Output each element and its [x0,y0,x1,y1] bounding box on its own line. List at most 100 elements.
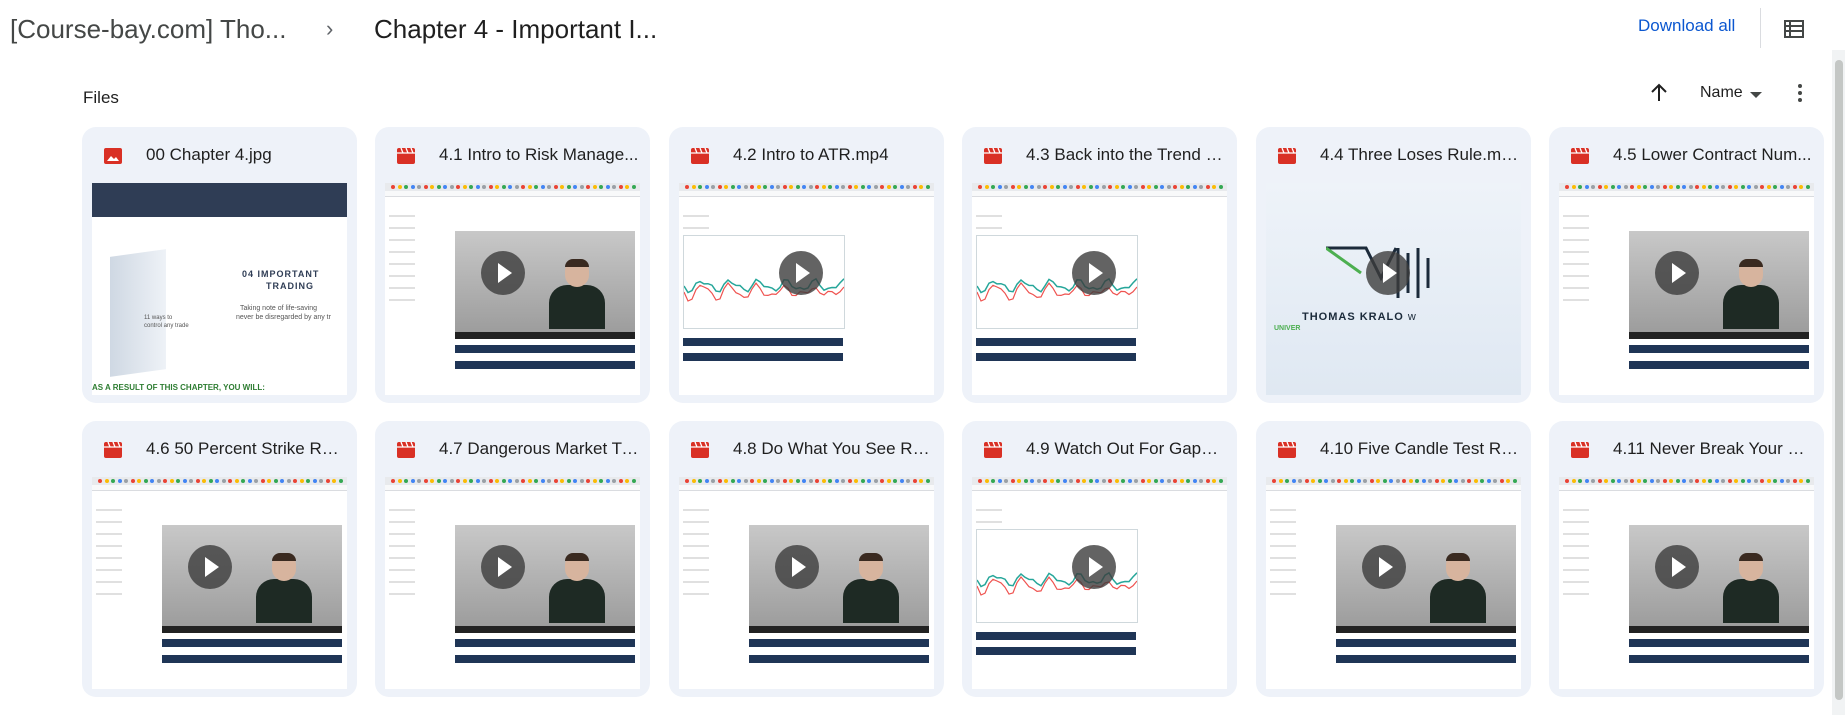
file-thumbnail[interactable] [972,183,1227,395]
test-button-bar [976,647,1136,655]
file-name[interactable]: 4.1 Intro to Risk Manage... [439,145,639,165]
breadcrumb-current[interactable]: Chapter 4 - Important I... [374,14,657,45]
file-card[interactable]: 4.11 Never Break Your Sy... [1549,421,1824,697]
browser-toolbar [1559,477,1814,485]
bookmarks-bar [972,485,1227,491]
file-title-row[interactable]: 00 Chapter 4.jpg [82,127,357,183]
file-card[interactable]: 4.5 Lower Contract Num... [1549,127,1824,403]
more-options-icon[interactable] [1794,82,1806,104]
file-thumbnail[interactable] [385,477,640,689]
slide-body-line: Taking note of life-saving [240,305,318,312]
sort-by-name-button[interactable]: Name [1700,84,1743,102]
breadcrumb-parent[interactable]: [Course-bay.com] Tho... [10,14,286,45]
presenter [549,259,605,329]
file-title-row[interactable]: 4.6 50 Percent Strike Rul... [82,421,357,477]
video-controls [455,626,635,633]
video-file-icon [104,442,122,458]
file-name[interactable]: 4.3 Back into the Trend R... [1026,145,1226,165]
file-thumbnail[interactable] [679,183,934,395]
browser-toolbar [385,477,640,485]
video-controls [1629,332,1809,339]
file-name[interactable]: 4.5 Lower Contract Num... [1613,145,1813,165]
file-thumbnail[interactable] [972,477,1227,689]
video-frame [1629,231,1809,339]
file-name[interactable]: 4.9 Watch Out For Gaps ... [1026,439,1226,459]
browser-toolbar [1266,477,1521,485]
file-thumbnail[interactable]: 04 IMPORTANT TRADING Taking note of life-s… [92,183,347,395]
file-thumbnail[interactable] [679,477,934,689]
file-card[interactable]: 4.3 Back into the Trend R... [962,127,1237,403]
file-card[interactable]: 4.7 Dangerous Market Ti... [375,421,650,697]
file-card[interactable]: 4.9 Watch Out For Gaps ... [962,421,1237,697]
test-button-bar [683,338,843,346]
play-icon[interactable] [188,545,232,589]
file-title-row[interactable]: 4.1 Intro to Risk Manage... [375,127,650,183]
slide-body-line: never be disregarded by any tr [236,314,331,321]
test-button-bar [749,639,929,647]
play-icon[interactable] [775,545,819,589]
file-name[interactable]: 00 Chapter 4.jpg [146,145,346,165]
file-thumbnail[interactable]: THOMAS KRALO w UNIVER [1266,183,1521,395]
video-frame [1336,525,1516,633]
test-button-bar [455,345,635,353]
sidebar-lines [1563,205,1603,311]
file-thumbnail[interactable] [92,477,347,689]
file-title-row[interactable]: 4.8 Do What You See Rul... [669,421,944,477]
file-thumbnail[interactable] [1559,477,1814,689]
play-icon[interactable] [1362,545,1406,589]
play-icon[interactable] [1072,545,1116,589]
file-title-row[interactable]: 4.7 Dangerous Market Ti... [375,421,650,477]
file-card[interactable]: 4.6 50 Percent Strike Rul... [82,421,357,697]
file-thumbnail[interactable] [385,183,640,395]
sidebar-lines [683,499,723,605]
presenter [1723,553,1779,623]
bookmarks-bar [1559,485,1814,491]
sort-direction-arrow-icon[interactable] [1648,82,1670,104]
play-icon[interactable] [779,251,823,295]
file-thumbnail[interactable] [1266,477,1521,689]
browser-toolbar [92,477,347,485]
presenter [256,553,312,623]
file-title-row[interactable]: 4.3 Back into the Trend R... [962,127,1237,183]
browser-toolbar [972,183,1227,191]
play-icon[interactable] [1072,251,1116,295]
file-name[interactable]: 4.8 Do What You See Rul... [733,439,933,459]
file-card[interactable]: 4.1 Intro to Risk Manage... [375,127,650,403]
file-card[interactable]: 00 Chapter 4.jpg 04 IMPORTANT TRADING Takin… [82,127,357,403]
bookmarks-bar [972,191,1227,197]
file-card[interactable]: 4.4 Three Loses Rule.mp4 THOMAS KRALO w UN… [1256,127,1531,403]
test-button-bar [976,353,1136,361]
video-controls [749,626,929,633]
play-icon[interactable] [481,545,525,589]
play-icon[interactable] [1655,251,1699,295]
bookmarks-bar [1559,191,1814,197]
list-view-icon[interactable] [1784,20,1804,38]
slide-cube-graphic [110,249,166,377]
file-title-row[interactable]: 4.5 Lower Contract Num... [1549,127,1824,183]
bookmarks-bar [385,191,640,197]
presenter [1430,553,1486,623]
play-icon[interactable] [481,251,525,295]
file-card[interactable]: 4.10 Five Candle Test Rul... [1256,421,1531,697]
sidebar-lines [1270,499,1310,605]
file-name[interactable]: 4.7 Dangerous Market Ti... [439,439,639,459]
file-name[interactable]: 4.2 Intro to ATR.mp4 [733,145,933,165]
file-title-row[interactable]: 4.4 Three Loses Rule.mp4 [1256,127,1531,183]
file-title-row[interactable]: 4.10 Five Candle Test Rul... [1256,421,1531,477]
play-icon[interactable] [1366,251,1410,295]
file-title-row[interactable]: 4.11 Never Break Your Sy... [1549,421,1824,477]
file-thumbnail[interactable] [1559,183,1814,395]
file-name[interactable]: 4.11 Never Break Your Sy... [1613,439,1813,459]
file-title-row[interactable]: 4.2 Intro to ATR.mp4 [669,127,944,183]
file-name[interactable]: 4.4 Three Loses Rule.mp4 [1320,145,1520,165]
sort-dropdown-caret-icon[interactable] [1750,92,1762,98]
download-all-button[interactable]: Download all [1638,16,1735,36]
file-card[interactable]: 4.2 Intro to ATR.mp4 [669,127,944,403]
file-name[interactable]: 4.6 50 Percent Strike Rul... [146,439,346,459]
scrollbar-thumb[interactable] [1835,60,1843,700]
play-icon[interactable] [1655,545,1699,589]
file-card[interactable]: 4.8 Do What You See Rul... [669,421,944,697]
file-name[interactable]: 4.10 Five Candle Test Rul... [1320,439,1520,459]
browser-toolbar [972,477,1227,485]
file-title-row[interactable]: 4.9 Watch Out For Gaps ... [962,421,1237,477]
